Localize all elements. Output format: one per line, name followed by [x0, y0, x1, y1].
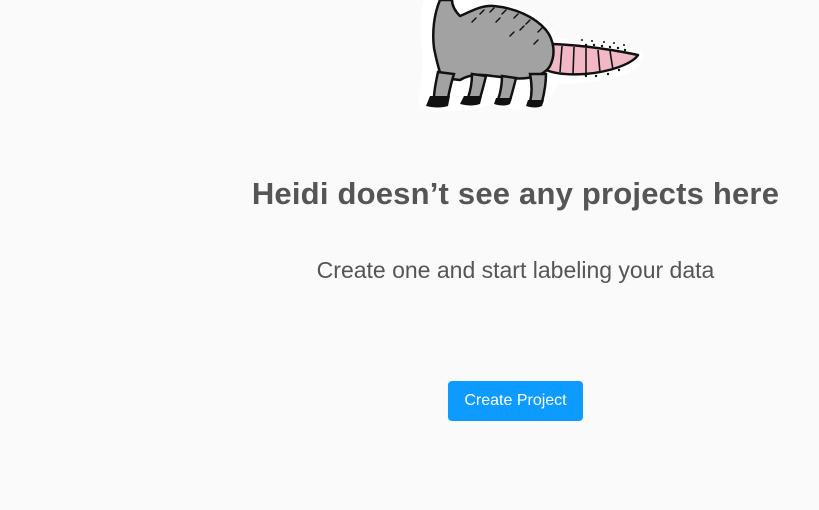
empty-state-title: Heidi doesn’t see any projects here — [251, 176, 780, 211]
empty-state-subtitle: Create one and start labeling your data — [316, 257, 715, 283]
opossum-illustration — [418, 0, 644, 112]
projects-empty-state: Heidi doesn’t see any projects here Crea… — [0, 0, 819, 510]
create-project-button[interactable]: Create Project — [448, 381, 583, 421]
